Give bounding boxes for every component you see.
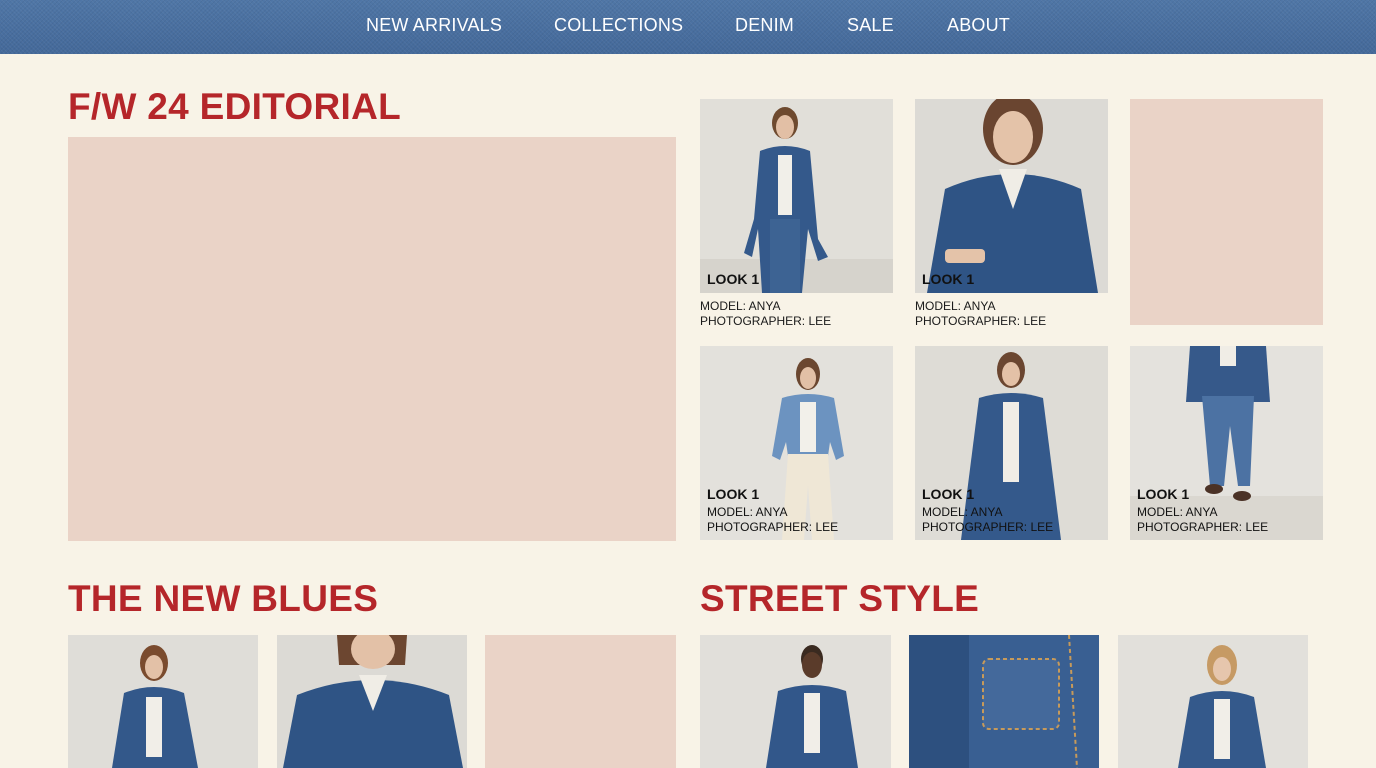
look-label: LOOK 1 xyxy=(707,486,760,502)
denim-pocket-detail-photo xyxy=(909,635,1099,768)
new-blues-tile-1[interactable] xyxy=(68,635,258,768)
model-closeup-denim-photo xyxy=(915,99,1108,293)
look-label: LOOK 1 xyxy=(707,271,760,287)
street-style-tile-2[interactable] xyxy=(909,635,1099,768)
editorial-hero-image-placeholder[interactable] xyxy=(68,137,676,541)
new-blues-image-placeholder[interactable] xyxy=(485,635,676,768)
new-blues-title: THE NEW BLUES xyxy=(68,578,379,619)
nav-collections[interactable]: COLLECTIONS xyxy=(554,15,683,36)
look-2-photographer-caption: PHOTOGRAPHER: LEE xyxy=(915,314,1047,328)
nav-denim[interactable]: DENIM xyxy=(735,15,794,36)
look-photographer-text: PHOTOGRAPHER: LEE xyxy=(707,520,839,534)
top-navigation: NEW ARRIVALS COLLECTIONS DENIM SALE ABOU… xyxy=(0,0,1376,54)
look-model-text: MODEL: ANYA xyxy=(1137,505,1218,519)
nav-new-arrivals[interactable]: NEW ARRIVALS xyxy=(366,15,502,36)
look-label: LOOK 1 xyxy=(1137,486,1190,502)
man-in-denim-jacket-photo xyxy=(700,635,891,768)
look-photographer-text: PHOTOGRAPHER: LEE xyxy=(1137,520,1269,534)
street-style-tile-3[interactable] xyxy=(1118,635,1308,768)
look-image-placeholder[interactable] xyxy=(1130,99,1323,325)
model-denim-jacket-photo xyxy=(68,635,258,768)
look-tile-1[interactable]: LOOK 1 xyxy=(700,99,893,293)
look-1-model-caption: MODEL: ANYA xyxy=(700,299,781,313)
look-model-text: MODEL: ANYA xyxy=(922,505,1003,519)
editorial-title: F/W 24 EDITORIAL xyxy=(68,86,402,127)
look-model-text: MODEL: ANYA xyxy=(707,505,788,519)
look-photographer-text: PHOTOGRAPHER: LEE xyxy=(922,520,1054,534)
new-blues-tile-2[interactable] xyxy=(277,635,467,768)
street-style-title: STREET STYLE xyxy=(700,578,980,619)
street-style-tile-1[interactable] xyxy=(700,635,891,768)
model-closeup-denim-photo xyxy=(277,635,467,768)
model-in-denim-jacket-photo xyxy=(700,99,893,293)
look-1-photographer-caption: PHOTOGRAPHER: LEE xyxy=(700,314,832,328)
look-label: LOOK 1 xyxy=(922,271,975,287)
look-2-model-caption: MODEL: ANYA xyxy=(915,299,996,313)
look-tile-3[interactable]: LOOK 1 MODEL: ANYA PHOTOGRAPHER: LEE xyxy=(700,346,893,540)
look-tile-2[interactable]: LOOK 1 xyxy=(915,99,1108,293)
look-tile-5[interactable]: LOOK 1 MODEL: ANYA PHOTOGRAPHER: LEE xyxy=(1130,346,1323,540)
look-tile-4[interactable]: LOOK 1 MODEL: ANYA PHOTOGRAPHER: LEE xyxy=(915,346,1108,540)
nav-about[interactable]: ABOUT xyxy=(947,15,1010,36)
blonde-model-denim-photo xyxy=(1118,635,1308,768)
nav-sale[interactable]: SALE xyxy=(847,15,894,36)
look-label: LOOK 1 xyxy=(922,486,975,502)
